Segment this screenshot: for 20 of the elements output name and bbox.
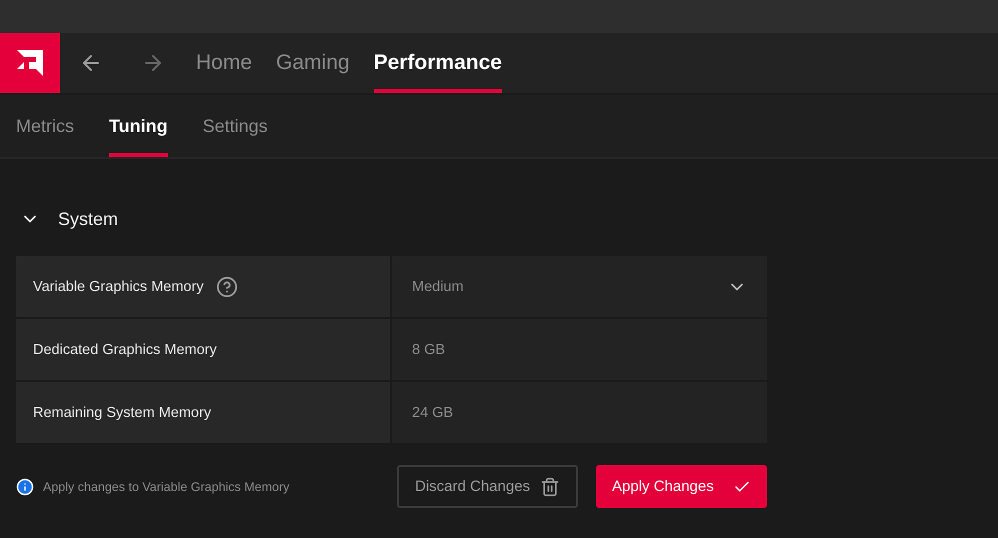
- setting-value: 24 GB: [392, 382, 767, 443]
- setting-label: Remaining System Memory: [33, 404, 212, 420]
- info-text: Apply changes to Variable Graphics Memory: [43, 480, 290, 494]
- sub-tab[interactable]: Settings: [202, 95, 268, 157]
- setting-value: 8 GB: [392, 319, 767, 380]
- logo[interactable]: [0, 33, 60, 93]
- sub-tab[interactable]: Metrics: [16, 95, 74, 157]
- sub-tab[interactable]: Tuning: [109, 95, 168, 157]
- help-icon[interactable]: [216, 276, 238, 298]
- discard-button[interactable]: Discard Changes: [397, 465, 578, 508]
- apply-button[interactable]: Apply Changes: [596, 465, 767, 508]
- memory-dropdown[interactable]: Medium: [392, 256, 767, 317]
- info-icon: [16, 478, 34, 496]
- setting-label: Variable Graphics Memory: [33, 278, 204, 294]
- section-header[interactable]: System: [16, 203, 118, 235]
- nav-tab[interactable]: Home: [196, 33, 252, 93]
- trash-icon: [540, 476, 560, 496]
- logo-icon: [17, 50, 43, 76]
- setting-label: Dedicated Graphics Memory: [33, 342, 217, 358]
- nav-tab[interactable]: Gaming: [276, 33, 350, 93]
